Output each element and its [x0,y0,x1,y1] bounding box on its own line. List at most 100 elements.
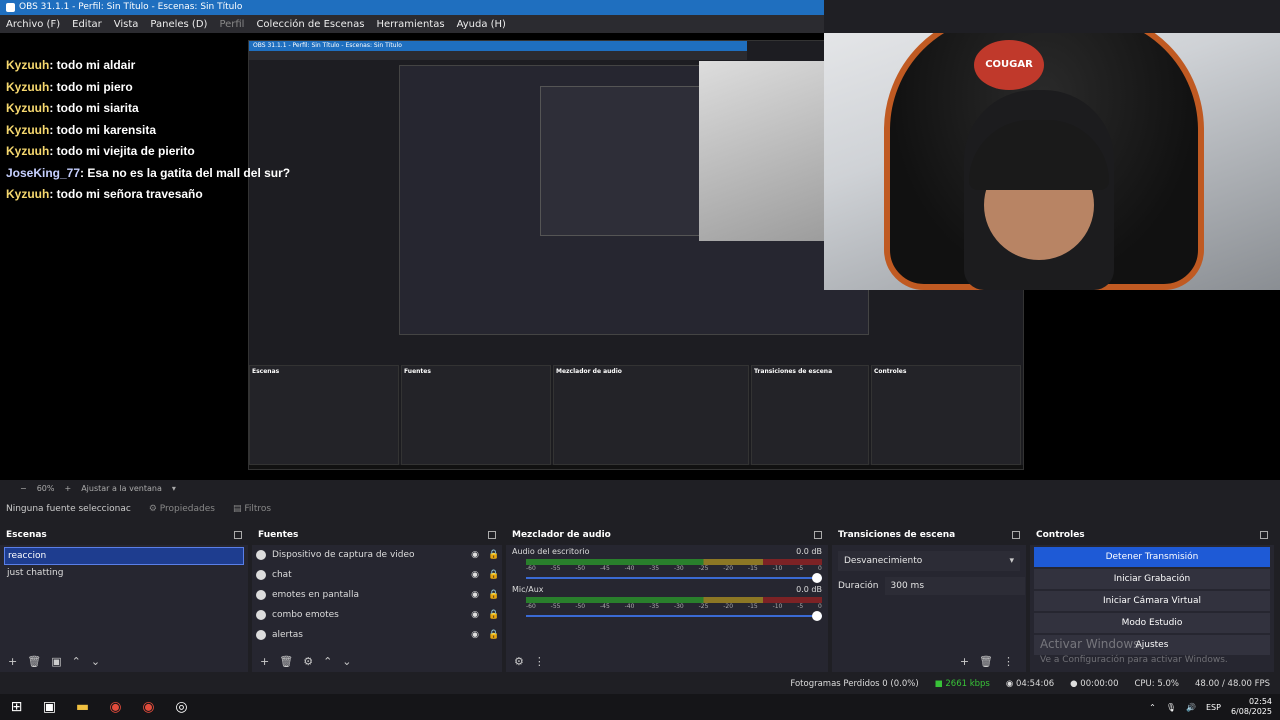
cpu-usage: CPU: 5.0% [1134,679,1179,689]
slider-knob[interactable] [812,611,822,621]
volume-meter [526,597,822,603]
lock-icon[interactable]: 🔒 [488,630,499,640]
start-recording-button[interactable]: Iniciar Grabación [1034,569,1270,589]
down-icon[interactable]: ⌄ [91,655,100,668]
menu-coleccion-escenas[interactable]: Colección de Escenas [250,19,370,30]
add-icon[interactable]: + [8,655,17,668]
volume-slider[interactable] [526,573,822,583]
duration-input[interactable]: 300 ms [884,577,1025,595]
zoom-in-button[interactable]: + [64,484,71,493]
mixer-channel: Audio del escritorio 0.0 dB -60 -55 -50 -45 -4… [506,545,828,583]
undock-icon[interactable] [488,531,496,539]
source-item[interactable]: combo emotes ◉ 🔒 [252,605,502,625]
visibility-eye-icon[interactable]: ◉ [470,630,480,640]
duration-row: Duración 300 ms [832,577,1026,595]
visibility-eye-icon[interactable]: ◉ [470,590,480,600]
chevron-up-icon[interactable]: ⌃ [1149,703,1156,712]
zoom-out-button[interactable]: − [20,484,27,493]
source-item[interactable]: alertas ◉ 🔒 [252,625,502,645]
windows-start-icon[interactable]: ⊞ [0,694,33,720]
bitrate: ■ 2661 kbps [934,679,990,689]
clock[interactable]: 02:54 6/08/2025 [1231,697,1272,717]
properties-button[interactable]: ⚙ Propiedades [149,504,215,514]
store-icon[interactable]: ▣ [33,694,66,720]
meter-tick: -50 [575,565,586,572]
mixer-dock: Mezclador de audio Audio del escritorio 0… [506,526,828,672]
menu-editar[interactable]: Editar [66,19,108,30]
undock-icon[interactable] [234,531,242,539]
transitions-toolbar: + 🗑 ⋮ [832,650,1026,672]
chrome-profile-icon[interactable]: ◉ [132,694,165,720]
chat-message: JoseKing_77: Esa no es la gatita del mal… [0,163,300,185]
visibility-eye-icon[interactable]: ◉ [470,610,480,620]
file-explorer-icon[interactable]: ▬ [66,694,99,720]
filters-button[interactable]: ▤ Filtros [233,504,271,514]
meter-tick: -15 [747,603,758,610]
nested-docks: Escenas Fuentes Mezclador de audio Trans… [249,365,1023,465]
meter-scale: -60 -55 -50 -45 -40 -35 -30 -25 -20 -15 -10 -5 0 [526,603,822,610]
gear-icon[interactable]: ⚙ [303,655,313,668]
lock-icon[interactable]: 🔒 [488,590,499,600]
add-icon[interactable]: + [960,655,969,668]
undock-icon[interactable] [1012,531,1020,539]
preview-zoom-bar: − 60% + Ajustar a la ventana ▾ [0,480,1280,496]
undock-icon[interactable] [814,531,822,539]
fit-window-button[interactable]: Ajustar a la ventana [81,484,162,493]
meter-tick: -5 [797,565,804,572]
channel-name: Audio del escritorio [512,547,590,556]
menu-archivo[interactable]: Archivo (F) [0,19,66,30]
source-item[interactable]: Dispositivo de captura de video ◉ 🔒 [252,545,502,565]
undock-icon[interactable] [1260,531,1268,539]
transition-select[interactable]: Desvanecimiento [838,551,1020,571]
slider-knob[interactable] [812,573,822,583]
menu-herramientas[interactable]: Herramientas [370,19,450,30]
lock-icon[interactable]: 🔒 [488,570,499,580]
stop-streaming-button[interactable]: Detener Transmisión [1034,547,1270,567]
chat-text: : todo mi piero [49,79,133,94]
down-icon[interactable]: ⌄ [342,655,351,668]
menu-vista[interactable]: Vista [108,19,145,30]
fit-dropdown-icon[interactable]: ▾ [172,484,176,493]
meter-tick: -55 [550,603,561,610]
menu-ayuda[interactable]: Ayuda (H) [451,19,512,30]
studio-mode-button[interactable]: Modo Estudio [1034,613,1270,633]
start-virtual-camera-button[interactable]: Iniciar Cámara Virtual [1034,591,1270,611]
chat-text: : todo mi siarita [49,101,139,115]
scene-item[interactable]: just chatting [4,565,244,583]
chrome-icon[interactable]: ◉ [99,694,132,720]
menu-perfil[interactable]: Perfil [213,19,250,30]
up-icon[interactable]: ⌃ [323,655,332,668]
meter-tick: -60 [526,565,536,572]
source-type-icon [256,630,266,640]
channel-db: 0.0 dB [796,547,822,556]
mixer-toolbar: ⚙ ⋮ [506,650,828,672]
kebab-menu-icon[interactable]: ⋮ [534,655,545,668]
meter-tick: -55 [550,565,561,572]
menu-paneles[interactable]: Paneles (D) [144,19,213,30]
mixer-settings-icon[interactable]: ⚙ [514,655,524,668]
source-item[interactable]: emotes en pantalla ◉ 🔒 [252,585,502,605]
up-icon[interactable]: ⌃ [72,655,81,668]
meter-tick: -50 [575,603,586,610]
filter-icon[interactable]: ▣ [51,655,61,668]
source-item[interactable]: chat ◉ 🔒 [252,565,502,585]
obs-icon[interactable]: ◎ [165,694,198,720]
trash-icon[interactable]: 🗑 [27,655,41,668]
controls-dock: Controles Detener Transmisión Iniciar Gr… [1030,526,1274,672]
kebab-menu-icon[interactable]: ⋮ [1003,655,1014,668]
source-type-icon [256,590,266,600]
volume-slider[interactable] [526,611,822,621]
lock-icon[interactable]: 🔒 [488,550,499,560]
language-indicator[interactable]: ESP [1206,703,1221,712]
add-icon[interactable]: + [260,655,269,668]
volume-icon[interactable]: 🔊 [1186,703,1196,712]
microphone-icon[interactable]: 🎙 [1166,703,1176,712]
trash-icon[interactable]: 🗑 [979,655,993,668]
visibility-eye-icon[interactable]: ◉ [470,550,480,560]
scene-item[interactable]: reaccion [4,547,244,565]
meter-tick: -5 [797,603,804,610]
trash-icon[interactable]: 🗑 [279,655,293,668]
visibility-eye-icon[interactable]: ◉ [470,570,480,580]
lock-icon[interactable]: 🔒 [488,610,499,620]
preview-canvas[interactable]: OBS 31.1.1 - Perfil: Sin Título - Escena… [0,33,1280,480]
